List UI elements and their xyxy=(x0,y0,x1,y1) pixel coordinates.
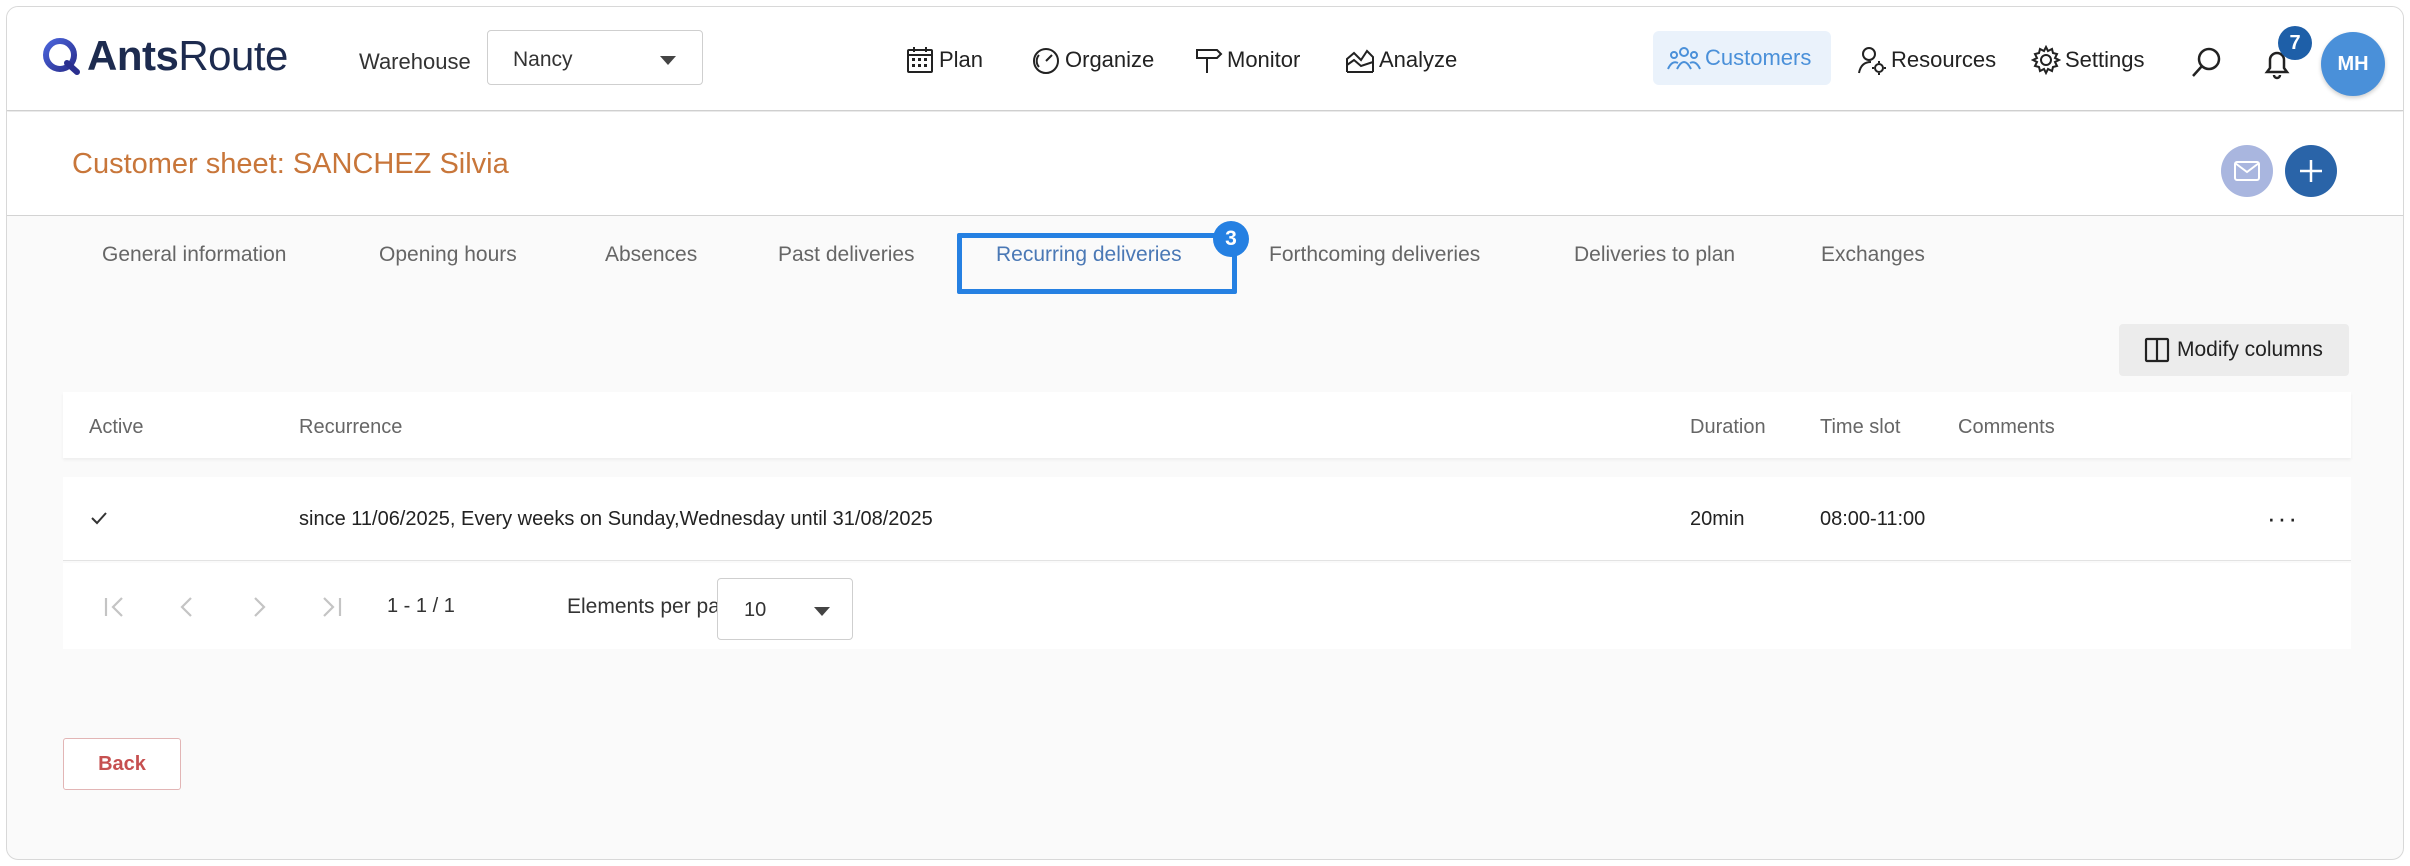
calendar-icon xyxy=(907,47,933,73)
antsroute-logo[interactable]: AntsRoute xyxy=(41,31,288,81)
previous-page-icon[interactable] xyxy=(173,593,201,621)
nav-organize-label: Organize xyxy=(1065,47,1155,72)
last-page-icon[interactable] xyxy=(317,593,345,621)
table-header: Active Recurrence Duration Time slot Com… xyxy=(63,392,2351,458)
pagination-bar: 1 - 1 / 1 Elements per page 10 xyxy=(63,563,2351,649)
column-header-recurrence[interactable]: Recurrence xyxy=(299,416,402,439)
tab-past-deliveries[interactable]: Past deliveries xyxy=(778,243,915,267)
row-actions-menu-icon[interactable]: ··· xyxy=(2267,503,2299,534)
tab-exchanges[interactable]: Exchanges xyxy=(1821,243,1925,267)
send-email-button[interactable] xyxy=(2221,145,2273,197)
cell-recurrence: since 11/06/2025, Every weeks on Sunday,… xyxy=(299,508,933,530)
tab-deliveries-to-plan[interactable]: Deliveries to plan xyxy=(1574,243,1735,267)
user-avatar[interactable]: MH xyxy=(2321,32,2385,96)
first-page-icon[interactable] xyxy=(101,593,129,621)
tab-absences[interactable]: Absences xyxy=(605,243,697,267)
signpost-icon xyxy=(1196,49,1223,73)
logo-text: AntsRoute xyxy=(87,32,288,79)
warehouse-select[interactable]: Nancy xyxy=(487,30,703,85)
logo-mark-icon xyxy=(43,38,80,75)
columns-icon xyxy=(2144,337,2170,363)
column-header-active[interactable]: Active xyxy=(89,416,143,439)
nav-plan-label: Plan xyxy=(939,47,984,72)
warehouse-label: Warehouse xyxy=(359,49,471,74)
tab-step-badge: 3 xyxy=(1213,221,1249,257)
modify-columns-label: Modify columns xyxy=(2177,338,2323,361)
customer-sheet-header: Customer sheet: SANCHEZ Silvia xyxy=(7,112,2403,216)
cell-duration: 20min xyxy=(1690,508,1745,530)
nav-resources-label: Resources xyxy=(1891,47,1997,72)
cell-time-slot: 08:00-11:00 xyxy=(1820,508,1926,530)
area-chart-icon xyxy=(1346,49,1374,73)
plus-icon xyxy=(2300,160,2322,182)
nav-customers[interactable]: Customers xyxy=(1653,31,1831,85)
tab-opening-hours[interactable]: Opening hours xyxy=(379,243,517,267)
tab-recurring-deliveries[interactable]: Recurring deliveries xyxy=(996,243,1182,267)
column-header-time-slot[interactable]: Time slot xyxy=(1820,416,1900,439)
mail-icon xyxy=(2234,161,2260,181)
customers-group-icon xyxy=(1667,47,1701,70)
notification-count-badge: 7 xyxy=(2278,26,2312,60)
check-icon xyxy=(91,512,107,525)
modify-columns-button[interactable]: Modify columns xyxy=(2119,324,2349,376)
add-button[interactable] xyxy=(2285,145,2337,197)
column-header-duration[interactable]: Duration xyxy=(1690,416,1766,439)
nav-resources[interactable]: Resources xyxy=(1857,45,1996,75)
nav-analyze-label: Analyze xyxy=(1379,47,1458,72)
search-icon[interactable] xyxy=(2189,45,2225,81)
elements-per-page-value: 10 xyxy=(744,599,767,621)
user-gear-icon xyxy=(1858,47,1886,75)
top-navigation-bar: AntsRoute Warehouse Nancy Plan Organize xyxy=(7,7,2403,111)
chevron-down-icon xyxy=(660,56,676,65)
gear-icon xyxy=(2031,45,2061,75)
chevron-down-icon xyxy=(814,607,830,616)
tab-general-information[interactable]: General information xyxy=(102,243,286,267)
nav-plan[interactable]: Plan xyxy=(905,45,983,75)
nav-analyze[interactable]: Analyze xyxy=(1345,45,1457,75)
nav-monitor-label: Monitor xyxy=(1227,47,1301,72)
column-header-comments[interactable]: Comments xyxy=(1958,416,2055,439)
next-page-icon[interactable] xyxy=(245,593,273,621)
elements-per-page-select[interactable]: 10 xyxy=(717,578,853,640)
gauge-icon xyxy=(1033,48,1059,74)
table-row[interactable]: since 11/06/2025, Every weeks on Sunday,… xyxy=(63,477,2351,561)
warehouse-select-value: Nancy xyxy=(513,48,573,71)
nav-monitor[interactable]: Monitor xyxy=(1193,45,1300,75)
back-button[interactable]: Back xyxy=(63,738,181,790)
nav-settings[interactable]: Settings xyxy=(2031,45,2145,75)
nav-customers-label: Customers xyxy=(1705,45,1812,70)
tab-forthcoming-deliveries[interactable]: Forthcoming deliveries xyxy=(1269,243,1480,267)
nav-settings-label: Settings xyxy=(2065,47,2145,72)
pagination-range: 1 - 1 / 1 xyxy=(387,595,455,617)
page-title: Customer sheet: SANCHEZ Silvia xyxy=(72,148,509,180)
nav-organize[interactable]: Organize xyxy=(1031,45,1154,75)
app-window: AntsRoute Warehouse Nancy Plan Organize xyxy=(6,6,2404,860)
